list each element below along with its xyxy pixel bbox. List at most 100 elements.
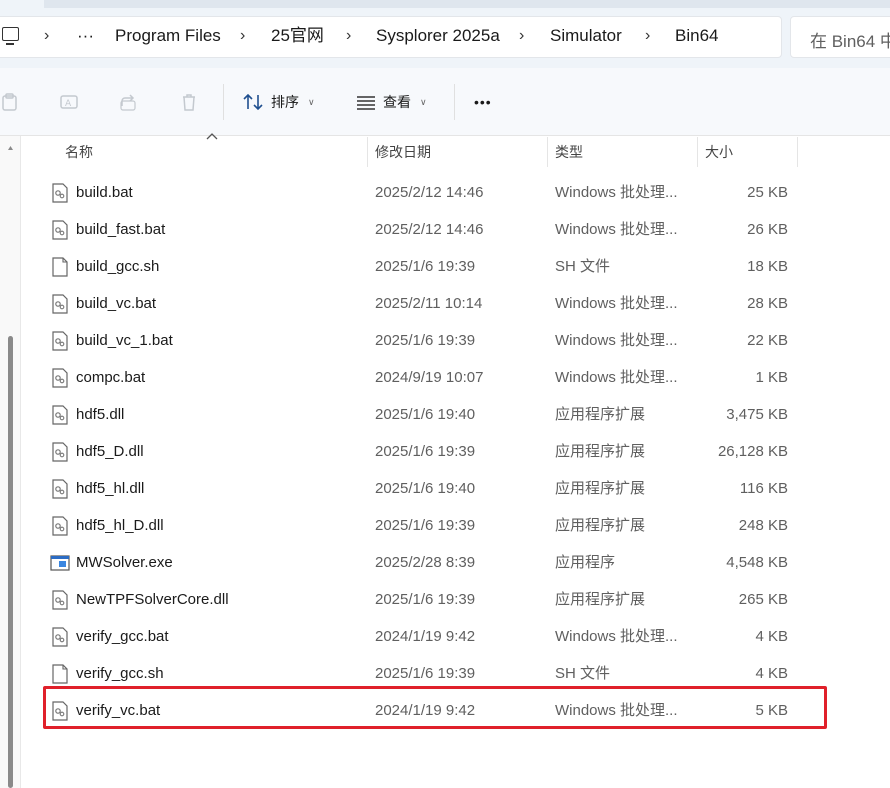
file-size: 265 KB xyxy=(738,591,788,608)
dll-file-icon xyxy=(52,590,68,610)
delete-icon[interactable] xyxy=(179,92,199,112)
scrollbar-up-arrow-icon[interactable] xyxy=(8,146,13,168)
file-type: 应用程序 xyxy=(555,554,616,571)
file-name: hdf5_hl_D.dll xyxy=(76,517,164,534)
file-row[interactable]: build_vc_1.bat 2025/1/6 19:39 Windows 批处理.… xyxy=(44,322,804,359)
file-type: SH 文件 xyxy=(555,258,611,275)
paste-icon[interactable] xyxy=(0,92,20,112)
file-size: 4,548 KB xyxy=(726,554,788,571)
bat-file-icon xyxy=(52,627,68,647)
file-row[interactable]: hdf5_hl_D.dll 2025/1/6 19:39 应用程序扩展 248 KB xyxy=(44,507,804,544)
file-name: MWSolver.exe xyxy=(76,554,173,571)
column-header-date[interactable]: 修改日期 xyxy=(375,137,431,167)
sort-label: 排序 xyxy=(271,94,299,110)
breadcrumb-item-25[interactable]: 25官网 xyxy=(271,25,324,47)
breadcrumb-item-sysplorer[interactable]: Sysplorer 2025a xyxy=(376,25,500,47)
file-type: Windows 批处理... xyxy=(555,295,678,312)
file-name: verify_gcc.bat xyxy=(76,628,169,645)
file-size: 3,475 KB xyxy=(726,406,788,423)
file-name: build.bat xyxy=(76,184,133,201)
breadcrumb-item-bin64[interactable]: Bin64 xyxy=(675,25,718,47)
file-row[interactable]: hdf5_hl.dll 2025/1/6 19:40 应用程序扩展 116 KB xyxy=(44,470,804,507)
column-header-size[interactable]: 大小 xyxy=(705,137,733,167)
pane-divider xyxy=(20,136,21,788)
share-icon[interactable] xyxy=(119,92,139,112)
breadcrumb-overflow-button[interactable]: ··· xyxy=(77,25,94,47)
file-size: 248 KB xyxy=(738,517,788,534)
toolbar-separator xyxy=(223,84,224,120)
column-header-name[interactable]: 名称 xyxy=(65,137,93,167)
file-name: build_vc.bat xyxy=(76,295,157,312)
file-row[interactable]: build_fast.bat 2025/2/12 14:46 Windows 批处理… xyxy=(44,211,804,248)
dll-file-icon xyxy=(52,516,68,536)
file-date-modified: 2024/1/19 9:42 xyxy=(375,628,476,645)
this-pc-icon[interactable] xyxy=(2,27,19,45)
sort-icon xyxy=(243,93,263,111)
tab-strip-edge xyxy=(44,0,890,8)
file-row[interactable]: hdf5_D.dll 2025/1/6 19:39 应用程序扩展 26,128 KB xyxy=(44,433,804,470)
more-options-button[interactable]: ••• xyxy=(474,91,492,113)
file-type: Windows 批处理... xyxy=(555,184,678,201)
highlight-box xyxy=(43,686,827,729)
file-size: 18 KB xyxy=(747,258,788,275)
file-row[interactable]: verify_gcc.bat 2024/1/19 9:42 Windows 批处理.… xyxy=(44,618,804,655)
scrollbar-thumb[interactable] xyxy=(8,336,13,788)
column-header-type[interactable]: 类型 xyxy=(555,137,583,167)
breadcrumb-chevron-icon[interactable]: › xyxy=(519,25,524,47)
breadcrumb-item-simulator[interactable]: Simulator xyxy=(550,25,622,47)
file-type: 应用程序扩展 xyxy=(555,517,646,534)
bat-file-icon xyxy=(52,183,68,203)
rename-icon[interactable]: A xyxy=(59,92,79,112)
bat-file-icon xyxy=(52,220,68,240)
file-row[interactable]: compc.bat 2024/9/19 10:07 Windows 批处理... 1 … xyxy=(44,359,804,396)
file-date-modified: 2025/2/28 8:39 xyxy=(375,554,476,571)
file-date-modified: 2025/1/6 19:39 xyxy=(375,591,476,608)
file-date-modified: 2025/1/6 19:39 xyxy=(375,332,476,349)
file-date-modified: 2025/1/6 19:39 xyxy=(375,258,476,275)
file-row[interactable]: hdf5.dll 2025/1/6 19:40 应用程序扩展 3,475 KB xyxy=(44,396,804,433)
file-type: 应用程序扩展 xyxy=(555,406,646,423)
file-name: hdf5_D.dll xyxy=(76,443,144,460)
more-icon: ••• xyxy=(474,94,492,110)
file-row[interactable]: build_gcc.sh 2025/1/6 19:39 SH 文件 18 KB xyxy=(44,248,804,285)
file-type: 应用程序扩展 xyxy=(555,591,646,608)
breadcrumb-chevron-icon[interactable]: › xyxy=(44,25,49,47)
file-size: 22 KB xyxy=(747,332,788,349)
column-divider[interactable] xyxy=(697,137,698,167)
view-button[interactable]: 查看 ∨ xyxy=(355,91,427,113)
column-divider[interactable] xyxy=(367,137,368,167)
dll-file-icon xyxy=(52,479,68,499)
file-type: Windows 批处理... xyxy=(555,628,678,645)
column-divider[interactable] xyxy=(547,137,548,167)
chevron-down-icon: ∨ xyxy=(420,96,427,107)
file-type: 应用程序扩展 xyxy=(555,480,646,497)
breadcrumb-chevron-icon[interactable]: › xyxy=(240,25,245,47)
file-type: 应用程序扩展 xyxy=(555,443,646,460)
file-size: 1 KB xyxy=(755,369,788,386)
file-size: 25 KB xyxy=(747,184,788,201)
file-row[interactable]: NewTPFSolverCore.dll 2025/1/6 19:39 应用程序扩展… xyxy=(44,581,804,618)
file-date-modified: 2025/2/12 14:46 xyxy=(375,221,484,238)
search-box[interactable]: 在 Bin64 中 xyxy=(790,16,890,58)
toolbar-separator xyxy=(454,84,455,120)
file-date-modified: 2025/1/6 19:40 xyxy=(375,480,476,497)
file-row[interactable]: build_vc.bat 2025/2/11 10:14 Windows 批处理..… xyxy=(44,285,804,322)
file-date-modified: 2025/2/11 10:14 xyxy=(375,295,483,312)
column-divider[interactable] xyxy=(797,137,798,167)
file-name: build_gcc.sh xyxy=(76,258,160,275)
dll-file-icon xyxy=(52,442,68,462)
bat-file-icon xyxy=(52,331,68,351)
breadcrumb-chevron-icon[interactable]: › xyxy=(645,25,650,47)
file-date-modified: 2025/1/6 19:40 xyxy=(375,406,476,423)
file-size: 4 KB xyxy=(755,628,788,645)
view-label: 查看 xyxy=(383,94,411,110)
sort-button[interactable]: 排序 ∨ xyxy=(243,91,315,113)
breadcrumb-item-program-files[interactable]: Program Files xyxy=(115,25,221,47)
file-row[interactable]: MWSolver.exe 2025/2/28 8:39 应用程序 4,548 KB xyxy=(44,544,804,581)
blank-file-icon xyxy=(52,664,68,684)
breadcrumb-chevron-icon[interactable]: › xyxy=(346,25,351,47)
blank-file-icon xyxy=(52,257,68,277)
file-explorer-window: › ··· Program Files › 25官网 › Sysplorer 2… xyxy=(0,0,890,788)
sort-ascending-icon xyxy=(206,133,218,140)
file-row[interactable]: build.bat 2025/2/12 14:46 Windows 批处理... 25… xyxy=(44,174,804,211)
